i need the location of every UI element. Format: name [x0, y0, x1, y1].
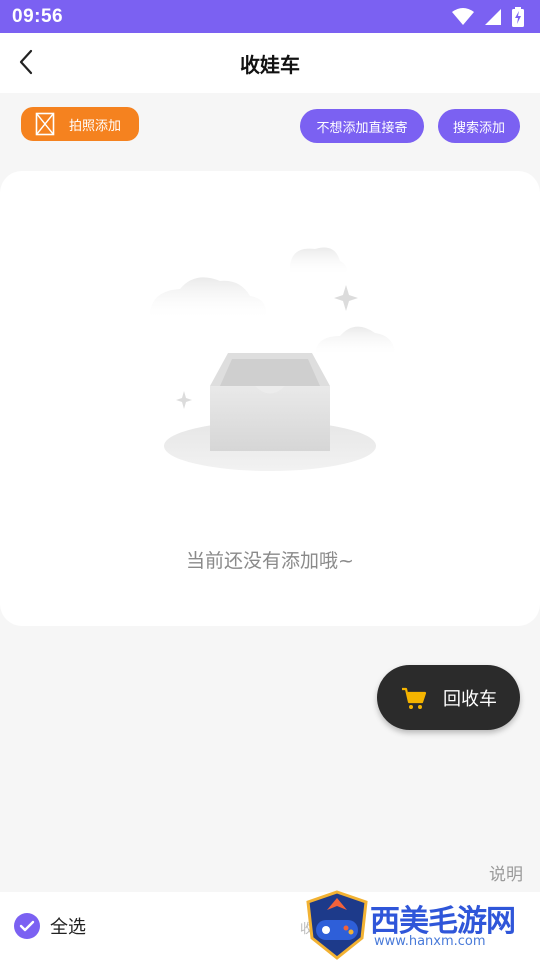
photo-placeholder-icon — [35, 112, 55, 136]
status-bar: 09:56 — [0, 0, 540, 33]
empty-state-text: 当前还没有添加哦~ — [186, 550, 354, 572]
select-all-label: 全选 — [50, 917, 86, 938]
chevron-left-icon — [19, 49, 33, 75]
status-icons — [452, 6, 524, 27]
page-title: 收娃车 — [240, 52, 300, 77]
empty-box-illustration — [150, 247, 395, 471]
direct-send-button[interactable]: 不想添加直接寄 — [300, 109, 424, 143]
explain-link[interactable]: 说明 — [489, 860, 523, 885]
search-add-label: 搜索添加 — [452, 120, 505, 136]
nav-bar: 收娃车 — [0, 33, 540, 93]
empty-state-card: 当前还没有添加哦~ — [0, 171, 540, 626]
recycle-cart-label: 回收车 — [443, 688, 497, 710]
photo-add-label: 拍照添加 — [69, 118, 122, 134]
direct-send-label: 不想添加直接寄 — [316, 120, 408, 136]
gamepad-shield-logo — [306, 890, 368, 960]
wifi-icon — [452, 7, 474, 25]
action-row: 拍照添加 不想添加直接寄 搜索添加 — [0, 93, 540, 161]
signal-icon — [485, 8, 501, 25]
search-add-button[interactable]: 搜索添加 — [438, 109, 520, 143]
select-all-toggle[interactable]: 全选 — [14, 913, 86, 939]
cart-icon — [402, 687, 427, 709]
recycle-cart-button[interactable]: 回收车 — [377, 665, 520, 730]
status-time: 09:56 — [12, 5, 64, 27]
photo-add-button[interactable]: 拍照添加 — [21, 107, 139, 141]
checkbox-checked-icon — [14, 913, 40, 939]
battery-charging-icon — [512, 6, 524, 27]
back-button[interactable] — [14, 47, 42, 77]
watermark-site: www.hanxm.com — [374, 934, 486, 949]
watermark: 收…总… 西美毛游网 www.hanxm.com — [296, 888, 540, 960]
